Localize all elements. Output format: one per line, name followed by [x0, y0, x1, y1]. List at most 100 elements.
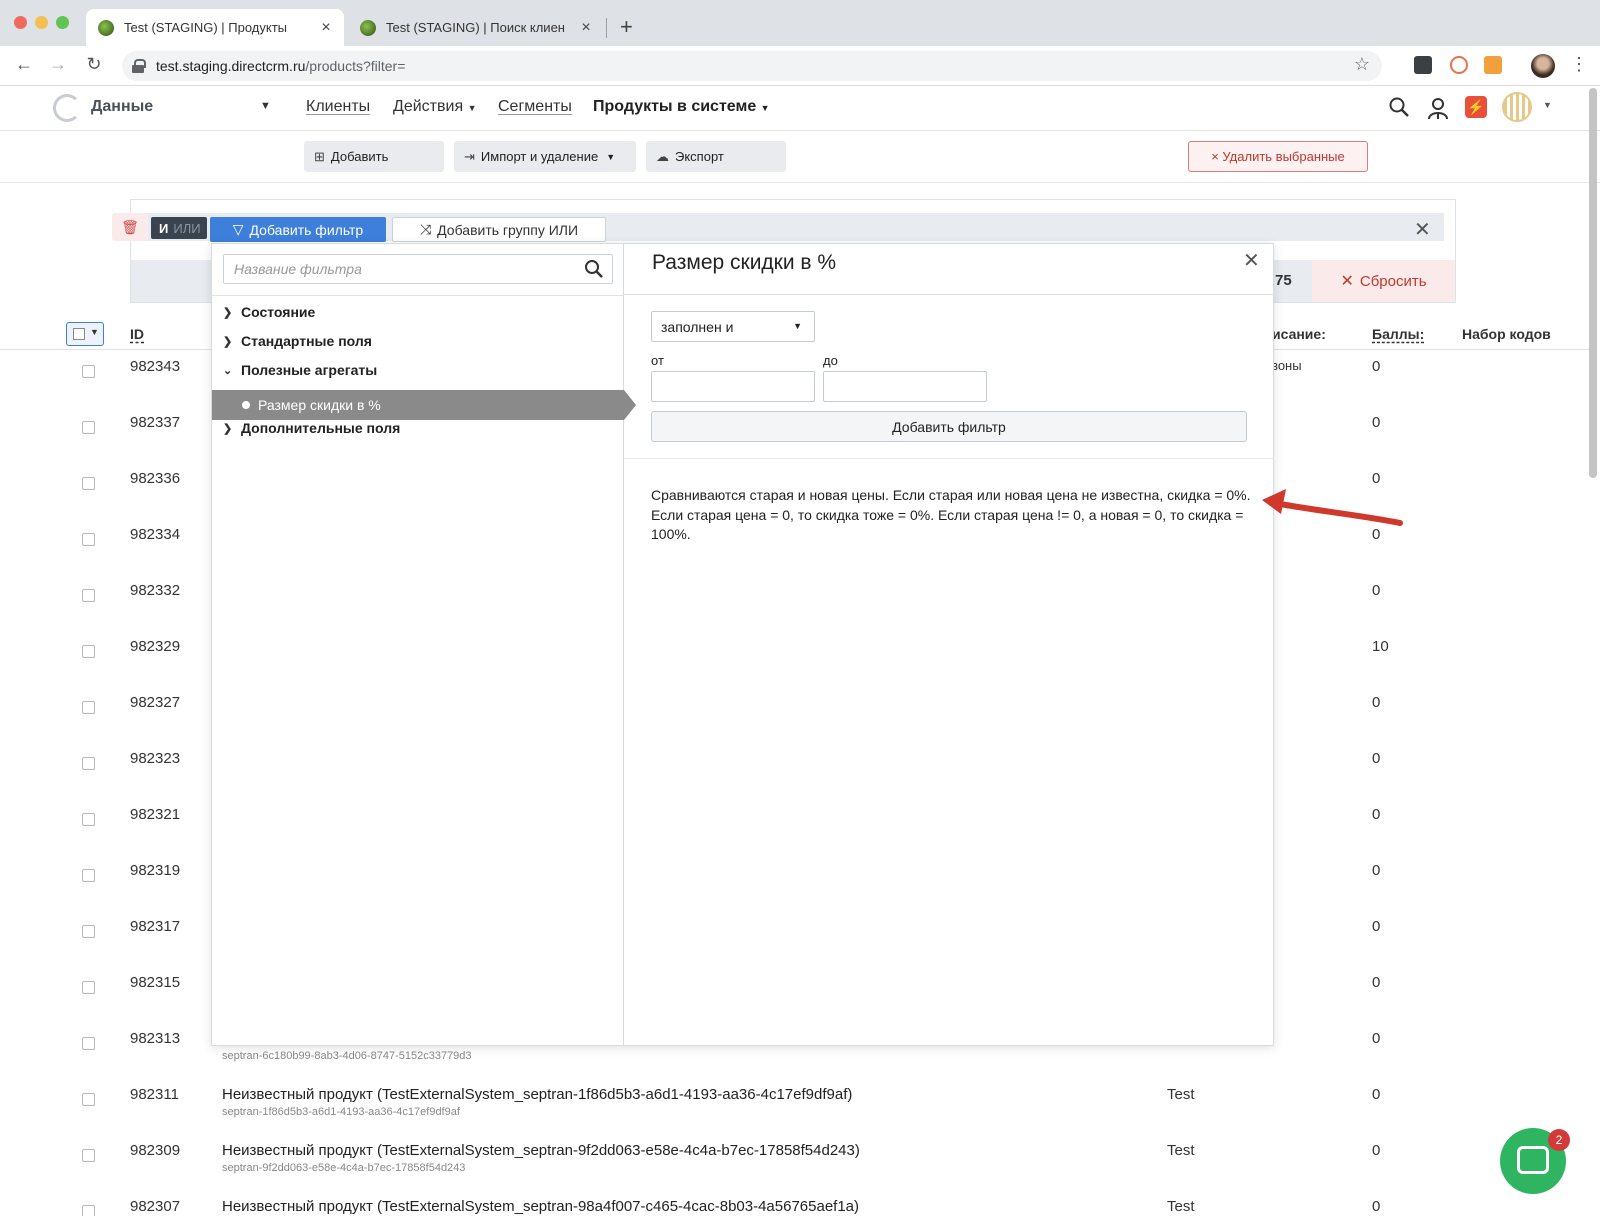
condition-select[interactable]: заполнен и ▼: [651, 311, 815, 342]
apply-filter-button[interactable]: Добавить фильтр: [651, 411, 1247, 442]
support-agent-icon[interactable]: [1427, 96, 1449, 120]
filter-search-field[interactable]: [223, 254, 613, 284]
row-id[interactable]: 982336: [130, 470, 180, 487]
row-product-name[interactable]: Неизвестный продукт (TestExternalSystem_…: [222, 1086, 852, 1103]
and-or-toggle[interactable]: И ИЛИ: [151, 217, 207, 239]
browser-tab-products[interactable]: Test (STAGING) | Продукты ×: [86, 9, 344, 46]
export-button[interactable]: ☁ Экспорт: [646, 141, 786, 172]
bookmark-star-icon[interactable]: ☆: [1354, 54, 1370, 75]
row-checkbox[interactable]: [82, 533, 95, 546]
row-checkbox[interactable]: [82, 1205, 95, 1216]
column-header-id[interactable]: ID: [130, 326, 144, 342]
nav-clients[interactable]: Клиенты: [306, 98, 370, 116]
row-id[interactable]: 982307: [130, 1198, 180, 1215]
row-checkbox[interactable]: [82, 701, 95, 714]
row-id[interactable]: 982329: [130, 638, 180, 655]
close-filter-group-icon[interactable]: ✕: [1414, 217, 1431, 242]
close-popup-icon[interactable]: ✕: [1243, 248, 1260, 273]
row-checkbox[interactable]: [82, 925, 95, 938]
row-product-name[interactable]: Неизвестный продукт (TestExternalSystem_…: [222, 1198, 859, 1215]
tree-item-standard-fields[interactable]: ❯ Стандартные поля: [223, 333, 372, 349]
add-or-group-button[interactable]: ⤨ Добавить группу ИЛИ: [392, 217, 606, 242]
lightning-icon[interactable]: ⚡: [1465, 96, 1487, 118]
forward-arrow-icon[interactable]: →: [46, 54, 70, 75]
from-input[interactable]: [651, 371, 815, 402]
row-checkbox[interactable]: [82, 869, 95, 882]
nav-products[interactable]: Продукты в системе ▼: [593, 98, 770, 116]
extension-icon[interactable]: [1484, 56, 1502, 74]
filter-search-input[interactable]: [224, 255, 564, 283]
filter-detail-pane: Размер скидки в % ✕ заполнен и ▼ от до До…: [624, 244, 1274, 1045]
row-id[interactable]: 982337: [130, 414, 180, 431]
row-checkbox[interactable]: [82, 981, 95, 994]
row-checkbox[interactable]: [82, 1093, 95, 1106]
browser-menu-icon[interactable]: ⋮: [1570, 54, 1588, 75]
close-tab-icon[interactable]: ×: [576, 19, 596, 37]
row-points: 0: [1372, 1142, 1381, 1159]
delete-selected-button[interactable]: × Удалить выбранные: [1188, 141, 1368, 172]
nav-actions[interactable]: Действия ▼: [393, 98, 476, 116]
extension-icon[interactable]: [1450, 56, 1468, 74]
section-selector[interactable]: Данные: [91, 98, 153, 116]
close-tab-icon[interactable]: ×: [316, 19, 336, 37]
row-id[interactable]: 982327: [130, 694, 180, 711]
row-id[interactable]: 982315: [130, 974, 180, 991]
row-checkbox[interactable]: [82, 645, 95, 658]
browser-tab-client-search[interactable]: Test (STAGING) | Поиск клиен ×: [348, 9, 604, 46]
row-id[interactable]: 982317: [130, 918, 180, 935]
chevron-down-icon: ▼: [793, 321, 802, 331]
maximize-window-button[interactable]: [56, 16, 69, 29]
row-id[interactable]: 982334: [130, 526, 180, 543]
back-arrow-icon[interactable]: ←: [12, 54, 36, 75]
row-checkbox[interactable]: [82, 477, 95, 490]
row-id[interactable]: 982319: [130, 862, 180, 879]
row-id[interactable]: 982332: [130, 582, 180, 599]
row-id[interactable]: 982313: [130, 1030, 180, 1047]
select-all-checkbox[interactable]: ▼: [66, 322, 104, 346]
row-points: 0: [1372, 974, 1381, 991]
nav-segments[interactable]: Сегменты: [498, 98, 572, 116]
url-field[interactable]: test.staging.directcrm.ru/products?filte…: [122, 51, 1382, 81]
row-checkbox[interactable]: [82, 757, 95, 770]
tree-item-state[interactable]: ❯ Состояние: [223, 304, 315, 320]
extension-icon[interactable]: [1414, 56, 1432, 74]
reset-filter-button[interactable]: ✕ Сбросить: [1312, 260, 1455, 302]
row-product-name[interactable]: Неизвестный продукт (TestExternalSystem_…: [222, 1142, 860, 1159]
row-checkbox[interactable]: [82, 1037, 95, 1050]
minimize-window-button[interactable]: [35, 16, 48, 29]
import-delete-button[interactable]: ⇥ Импорт и удаление ▼: [454, 141, 636, 172]
search-icon[interactable]: [584, 259, 604, 279]
add-button[interactable]: ⊞ Добавить: [304, 141, 444, 172]
reload-icon[interactable]: ↻: [82, 54, 106, 75]
search-icon[interactable]: [1388, 96, 1410, 118]
row-checkbox[interactable]: [82, 421, 95, 434]
add-filter-button[interactable]: ▽ Добавить фильтр: [210, 217, 386, 242]
row-points: 0: [1372, 694, 1381, 711]
row-id[interactable]: 982309: [130, 1142, 180, 1159]
row-checkbox[interactable]: [82, 589, 95, 602]
reset-label: Сбросить: [1359, 272, 1427, 290]
close-window-button[interactable]: [14, 16, 27, 29]
new-tab-icon[interactable]: +: [620, 14, 633, 40]
chevron-down-icon: ▼: [760, 103, 770, 113]
column-header-points[interactable]: Баллы:: [1372, 326, 1424, 342]
row-id[interactable]: 982343: [130, 358, 180, 375]
user-avatar[interactable]: [1502, 92, 1532, 122]
row-checkbox[interactable]: [82, 1149, 95, 1162]
row-id[interactable]: 982311: [130, 1086, 179, 1103]
row-checkbox[interactable]: [82, 813, 95, 826]
delete-group-trash-icon[interactable]: 🗑: [112, 213, 148, 241]
tree-leaf-discount-size[interactable]: Размер скидки в %: [212, 390, 636, 420]
row-id[interactable]: 982321: [130, 806, 180, 823]
to-input[interactable]: [823, 371, 987, 402]
chevron-down-icon[interactable]: ▼: [260, 100, 271, 112]
row-id[interactable]: 982323: [130, 750, 180, 767]
page-scrollbar[interactable]: [1589, 88, 1597, 478]
row-checkbox[interactable]: [82, 365, 95, 378]
tree-item-useful-aggregates[interactable]: ⌄ Полезные агрегаты: [223, 362, 377, 378]
chevron-down-icon[interactable]: ▼: [1543, 100, 1552, 110]
tab-title: Test (STAGING) | Поиск клиен: [386, 20, 565, 35]
tree-item-additional-fields[interactable]: ❯ Дополнительные поля: [223, 420, 400, 436]
plus-box-icon: ⊞: [314, 148, 325, 164]
profile-avatar[interactable]: [1531, 54, 1555, 78]
